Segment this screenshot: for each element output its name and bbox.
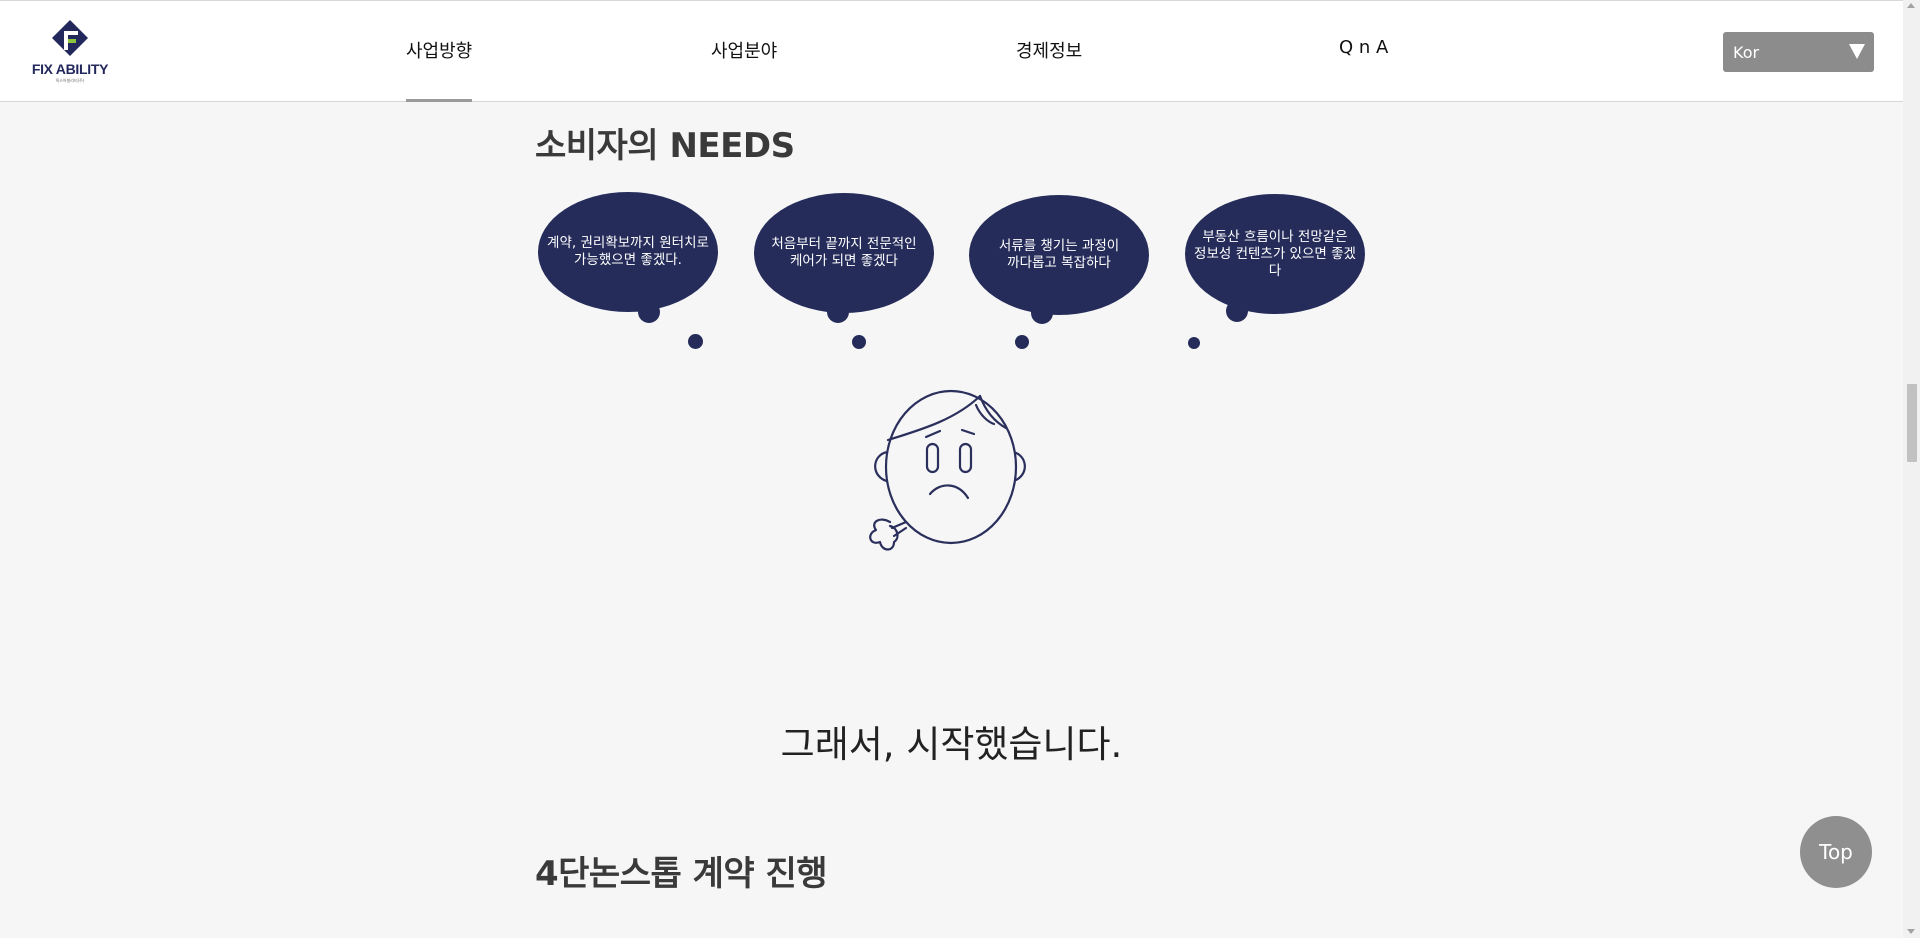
nav-item-economic-info[interactable]: 경제정보: [1016, 37, 1082, 63]
language-value: Kor: [1733, 43, 1760, 62]
logo-subtext: 픽스어빌리티(주): [55, 78, 85, 83]
logo-text: FIX ABILITY: [31, 61, 109, 77]
bubble-2-line1: 처음부터 끝까지 전문적인: [771, 236, 917, 252]
bubble-tail-dot: [1226, 300, 1248, 322]
bubble-tail-dot: [1015, 335, 1029, 349]
bubble-3-line1: 서류를 챙기는 과정이: [998, 238, 1120, 254]
bubble-tail-dot: [827, 301, 849, 323]
bubble-4-line1: 부동산 흐름이나 전망같은: [1202, 228, 1348, 245]
thought-bubble-3: 서류를 챙기는 과정이 까다롭고 복잡하다: [969, 195, 1149, 315]
scroll-up-icon[interactable]: [1907, 3, 1915, 8]
bubble-tail-dot: [1188, 337, 1200, 349]
nav-item-business-fields[interactable]: 사업분야: [711, 37, 777, 63]
scrollbar-thumb[interactable]: [1907, 384, 1917, 462]
needs-title: 소비자의 NEEDS: [535, 126, 795, 166]
tagline: 그래서, 시작했습니다.: [780, 723, 1123, 766]
contract-title: 4단논스톱 계약 진행: [535, 854, 828, 894]
thought-bubble-2: 처음부터 끝까지 전문적인 케어가 되면 좋겠다: [754, 193, 934, 313]
bubble-2-line2: 케어가 되면 좋겠다: [790, 253, 898, 269]
bubble-tail-dot: [688, 334, 703, 349]
scroll-to-top-button[interactable]: Top: [1800, 816, 1872, 888]
thought-bubble-1: 계약, 권리확보까지 원터치로 가능했으면 좋겠다.: [538, 192, 718, 312]
page-scrollbar[interactable]: [1903, 0, 1920, 938]
language-select[interactable]: Kor: [1723, 32, 1874, 72]
caret-down-icon: [1849, 44, 1865, 59]
bubble-4-line2: 정보성 컨텐츠가 있으면 좋겠다: [1194, 245, 1356, 279]
logo-mark-icon: [52, 20, 88, 56]
nav-item-business-direction[interactable]: 사업방향: [406, 37, 473, 102]
bubble-1-line2: 가능했으면 좋겠다.: [574, 252, 682, 268]
bubble-tail-dot: [852, 335, 866, 349]
bubble-tail-dot: [1031, 302, 1053, 324]
site-header: FIX ABILITY 픽스어빌리티(주) 사업방향 사업분야 경제정보 Q n…: [0, 0, 1903, 102]
nav-item-qna[interactable]: Q n A: [1339, 37, 1388, 58]
bubble-tail-dot: [638, 301, 660, 323]
worried-person-icon: [869, 389, 1026, 551]
thought-bubble-4: 부동산 흐름이나 전망같은 정보성 컨텐츠가 있으면 좋겠다: [1185, 194, 1365, 314]
bubble-1-line1: 계약, 권리확보까지 원터치로: [547, 235, 709, 251]
scroll-down-icon[interactable]: [1907, 929, 1915, 934]
fix-ability-logo[interactable]: FIX ABILITY 픽스어빌리티(주): [28, 18, 112, 86]
bubble-3-line2: 까다롭고 복잡하다: [1007, 255, 1111, 271]
